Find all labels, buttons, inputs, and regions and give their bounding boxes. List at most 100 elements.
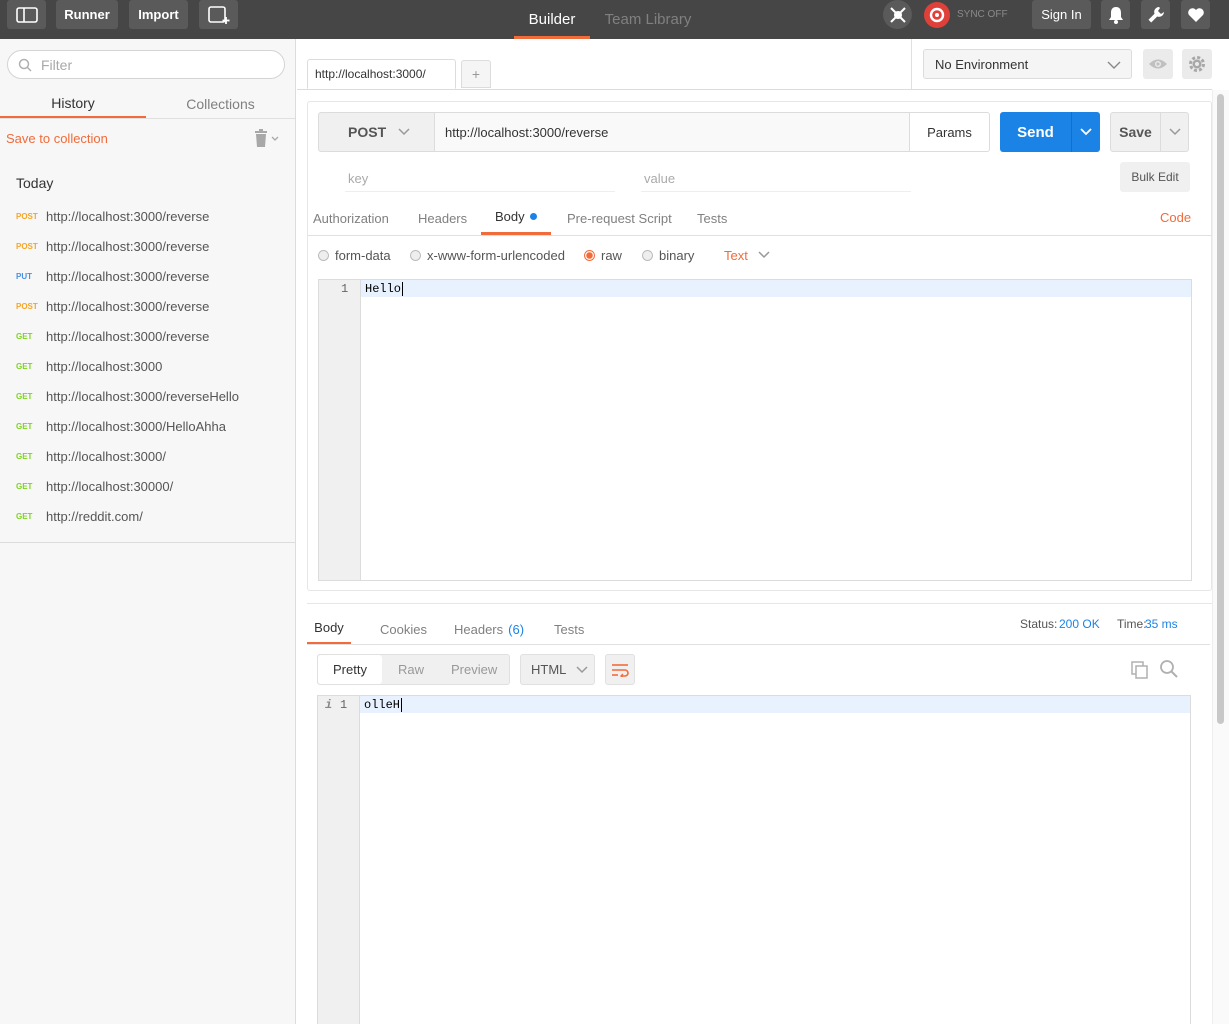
tab-tests[interactable]: Tests xyxy=(697,201,732,235)
body-mode-raw[interactable]: raw xyxy=(584,245,622,265)
history-item[interactable]: GET http://localhost:30000/ xyxy=(0,471,295,501)
save-button[interactable]: Save xyxy=(1110,112,1161,152)
history-item[interactable]: GET http://localhost:3000/reverseHello xyxy=(0,381,295,411)
clear-history-button[interactable] xyxy=(252,128,282,148)
tab-body[interactable]: Body xyxy=(481,201,551,235)
history-item[interactable]: GET http://reddit.com/ xyxy=(0,501,295,531)
bulk-edit-button[interactable]: Bulk Edit xyxy=(1120,162,1190,192)
environment-area: No Environment xyxy=(911,39,1229,89)
save-options-button[interactable] xyxy=(1160,112,1189,152)
import-button[interactable]: Import xyxy=(129,0,188,29)
view-pretty[interactable]: Pretty xyxy=(318,655,382,684)
tab-headers[interactable]: Headers xyxy=(418,201,468,235)
history-url: http://localhost:3000/reverse xyxy=(46,208,210,224)
view-preview[interactable]: Preview xyxy=(451,655,497,684)
response-tab-body[interactable]: Body xyxy=(307,612,351,645)
send-options-button[interactable] xyxy=(1071,112,1100,152)
notifications-button[interactable] xyxy=(1101,0,1130,29)
body-mode-urlencoded[interactable]: x-www-form-urlencoded xyxy=(410,245,565,265)
tab-history[interactable]: History xyxy=(0,89,146,119)
trash-icon xyxy=(255,129,279,147)
tab-collections[interactable]: Collections xyxy=(146,89,295,119)
response-tab-headers-label: Headers xyxy=(454,621,504,637)
save-to-collection-link[interactable]: Save to collection xyxy=(6,131,108,146)
history-item[interactable]: POST http://localhost:3000/reverse xyxy=(0,291,295,321)
body-mode-form-data[interactable]: form-data xyxy=(318,245,391,265)
tab-team-library[interactable]: Team Library xyxy=(596,0,700,39)
param-value-input[interactable]: value xyxy=(641,166,911,192)
sync-off-icon xyxy=(923,1,950,28)
text-cursor xyxy=(402,281,404,296)
scrollbar-thumb[interactable] xyxy=(1217,94,1224,724)
response-tabs-divider xyxy=(307,644,1210,645)
history-item[interactable]: GET http://localhost:3000/ xyxy=(0,441,295,471)
tab-builder[interactable]: Builder xyxy=(514,0,590,39)
response-tab-tests[interactable]: Tests xyxy=(554,612,584,646)
sidebar-toggle-button[interactable] xyxy=(7,0,46,29)
runner-button[interactable]: Runner xyxy=(56,0,118,29)
view-raw[interactable]: Raw xyxy=(398,655,424,684)
favorite-button[interactable] xyxy=(1181,0,1210,29)
environment-select[interactable]: No Environment xyxy=(923,49,1132,79)
settings-button[interactable] xyxy=(1141,0,1170,29)
raw-type-select[interactable]: Text xyxy=(724,245,770,265)
response-body-text: olleH xyxy=(364,696,403,713)
tabs-divider xyxy=(297,89,1212,90)
request-tab[interactable]: http://localhost:3000/ xyxy=(307,59,456,89)
history-item[interactable]: GET http://localhost:3000/HelloAhha xyxy=(0,411,295,441)
send-button[interactable]: Send xyxy=(1000,112,1071,152)
history-item[interactable]: GET http://localhost:3000/reverse xyxy=(0,321,295,351)
param-key-input[interactable]: key xyxy=(345,166,615,192)
new-window-button[interactable] xyxy=(199,0,238,29)
scrollbar[interactable] xyxy=(1212,90,1229,1024)
radio-selected-icon xyxy=(584,249,595,261)
history-item[interactable]: PUT http://localhost:3000/reverse xyxy=(0,261,295,291)
response-body-value: olleH xyxy=(364,697,401,712)
tab-pre-request-script[interactable]: Pre-request Script xyxy=(567,201,677,235)
method-badge: GET xyxy=(16,481,33,491)
editor-gutter xyxy=(318,696,360,1024)
copy-button[interactable] xyxy=(1130,660,1150,680)
wrap-lines-button[interactable] xyxy=(605,654,635,685)
text-cursor xyxy=(401,697,403,712)
url-input[interactable]: http://localhost:3000/reverse xyxy=(434,112,910,152)
tab-body-label: Body xyxy=(495,209,525,224)
response-format-select[interactable]: HTML xyxy=(520,654,595,685)
method-badge: GET xyxy=(16,511,33,521)
sign-in-button[interactable]: Sign In xyxy=(1032,0,1091,29)
environment-quick-look-button[interactable] xyxy=(1143,49,1173,79)
request-body-editor[interactable]: 1 Hello xyxy=(318,279,1192,581)
body-mode-label: form-data xyxy=(335,247,391,263)
chevron-down-icon xyxy=(1080,128,1092,136)
chevron-down-icon xyxy=(1168,128,1181,136)
body-mode-binary[interactable]: binary xyxy=(642,245,694,265)
method-badge: GET xyxy=(16,391,33,401)
response-tab-headers[interactable]: Headers (6) xyxy=(454,612,524,646)
filter-input[interactable]: Filter xyxy=(7,50,285,79)
generate-code-link[interactable]: Code xyxy=(1160,210,1191,225)
method-select[interactable]: POST xyxy=(318,112,435,152)
line-number: 1 xyxy=(340,697,348,712)
tab-authorization[interactable]: Authorization xyxy=(313,201,395,235)
history-item[interactable]: GET http://localhost:3000 xyxy=(0,351,295,381)
body-mode-label: binary xyxy=(659,247,695,263)
history-url: http://localhost:3000/ xyxy=(46,448,166,464)
response-tab-cookies[interactable]: Cookies xyxy=(380,612,427,646)
interceptor-button[interactable] xyxy=(883,0,912,29)
history-item[interactable]: POST http://localhost:3000/reverse xyxy=(0,201,295,231)
request-body-text: Hello xyxy=(365,280,404,297)
sync-status: SYNC OFF xyxy=(957,9,1008,20)
manage-environments-button[interactable] xyxy=(1182,49,1212,79)
method-value: POST xyxy=(348,124,387,140)
heart-icon xyxy=(1187,7,1204,22)
history-item[interactable]: POST http://localhost:3000/reverse xyxy=(0,231,295,261)
editor-active-line xyxy=(360,696,1190,713)
body-mode-label: x-www-form-urlencoded xyxy=(427,247,565,263)
response-body-editor[interactable]: i 1 olleH xyxy=(317,695,1191,1024)
params-button[interactable]: Params xyxy=(909,112,990,152)
new-tab-button[interactable]: + xyxy=(461,60,491,88)
filter-placeholder: Filter xyxy=(41,56,73,73)
search-response-button[interactable] xyxy=(1159,659,1179,679)
sync-button[interactable] xyxy=(922,0,951,29)
history-divider xyxy=(0,542,295,543)
